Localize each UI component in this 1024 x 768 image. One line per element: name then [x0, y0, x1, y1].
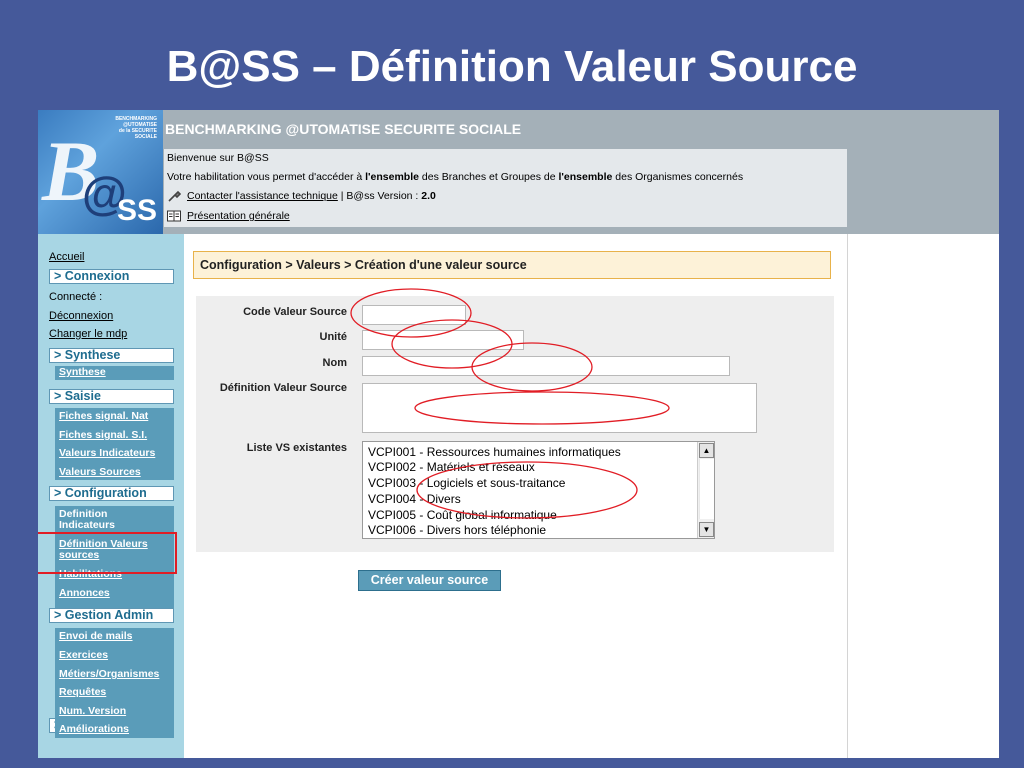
sidebar-item-ameliorations[interactable]: Améliorations	[59, 724, 129, 735]
app-header: BENCHMARKING @UTOMATISE de la SECURITE S…	[38, 110, 999, 234]
label-code: Code Valeur Source	[243, 306, 347, 318]
sidebar-item-valeurs-indicateurs[interactable]: Valeurs Indicateurs	[59, 448, 155, 459]
header-title: BENCHMARKING @UTOMATISE SECURITE SOCIALE	[165, 121, 522, 137]
slide-title: B@SS – Définition Valeur Source	[166, 42, 858, 91]
sidebar-item-num-version[interactable]: Num. Version	[59, 706, 126, 717]
definition-textarea[interactable]	[362, 383, 757, 433]
presentation-link[interactable]: Présentation générale	[187, 210, 290, 222]
list-item[interactable]: VCPI004 - Divers	[368, 492, 461, 507]
logo-letters-ss: SS	[117, 194, 158, 227]
sidebar-item-exercices[interactable]: Exercices	[59, 650, 108, 661]
sidebar-item-annonces[interactable]: Annonces	[59, 588, 110, 599]
sidebar-accueil[interactable]: Accueil	[49, 251, 84, 263]
app-window: BENCHMARKING @UTOMATISE de la SECURITE S…	[38, 110, 999, 758]
liste-vs-existantes[interactable]: VCPI001 - Ressources humaines informatiq…	[362, 441, 715, 539]
label-liste: Liste VS existantes	[246, 442, 347, 454]
saisie-menu: Fiches signal. Nat Fiches signal. S.I. V…	[55, 408, 174, 480]
label-unite: Unité	[319, 331, 348, 343]
sidebar-item-metiers[interactable]: Métiers/Organismes	[59, 669, 159, 680]
right-margin	[847, 234, 999, 758]
scroll-thumb[interactable]	[699, 459, 714, 519]
highlight-annotation-box	[38, 532, 177, 574]
contact-assistance-link[interactable]: Contacter l'assistance technique	[187, 190, 338, 202]
sidebar-item-valeurs-sources[interactable]: Valeurs Sources	[59, 467, 141, 478]
sidebar-head-saisie[interactable]: > Saisie	[49, 389, 174, 404]
info-box: Bienvenue sur B@SS Votre habilitation vo…	[164, 149, 847, 227]
list-scrollbar[interactable]: ▲ ▼	[697, 442, 714, 538]
sidebar-item-envoi-mails[interactable]: Envoi de mails	[59, 631, 133, 642]
list-item[interactable]: VCPI002 - Matériels et réseaux	[368, 460, 535, 475]
list-item[interactable]: VCPI005 - Coût global informatique	[368, 508, 557, 523]
wrench-icon	[167, 190, 182, 202]
label-definition: Définition Valeur Source	[219, 382, 347, 394]
sidebar-head-configuration[interactable]: > Configuration	[49, 486, 174, 501]
welcome-text: Bienvenue sur B@SS	[167, 152, 269, 164]
sidebar-item-requetes[interactable]: Requêtes	[59, 687, 106, 698]
logo-text: BENCHMARKING @UTOMATISE de la SECURITE S…	[115, 116, 157, 140]
code-valeur-source-input[interactable]	[362, 305, 466, 325]
list-item[interactable]: VCPI003 - Logiciels et sous-traitance	[368, 476, 565, 491]
list-item[interactable]: VCPI006 - Divers hors téléphonie	[368, 523, 546, 538]
sidebar-head-gestion-admin[interactable]: > Gestion Admin	[49, 608, 174, 623]
nom-input[interactable]	[362, 356, 730, 376]
sidebar-head-synthese[interactable]: > Synthese	[49, 348, 174, 363]
sidebar-item-fiches-nat[interactable]: Fiches signal. Nat	[59, 411, 148, 422]
unite-input[interactable]	[362, 330, 524, 350]
scroll-up-icon[interactable]: ▲	[699, 443, 714, 458]
sidebar-item-indicateurs[interactable]: Indicateurs	[59, 520, 115, 531]
create-value-source-form: Code Valeur Source Unité Nom Définition …	[196, 296, 834, 552]
scroll-down-icon[interactable]: ▼	[699, 522, 714, 537]
sidebar-deconnexion[interactable]: Déconnexion	[49, 310, 113, 322]
sidebar-head-connexion[interactable]: > Connexion	[49, 269, 174, 284]
sidebar-changer-mdp[interactable]: Changer le mdp	[49, 328, 127, 340]
sidebar-connecte: Connecté :	[49, 291, 103, 303]
presentation-line: Présentation générale	[167, 210, 290, 222]
bass-logo[interactable]: BENCHMARKING @UTOMATISE de la SECURITE S…	[38, 110, 163, 234]
breadcrumb: Configuration > Valeurs > Création d'une…	[193, 251, 831, 279]
list-item[interactable]: VCPI001 - Ressources humaines informatiq…	[368, 445, 621, 460]
sidebar-item-fiches-si[interactable]: Fiches signal. S.I.	[59, 430, 147, 441]
gestion-menu: Envoi de mails Exercices Métiers/Organis…	[55, 628, 174, 738]
create-value-source-button[interactable]: Créer valeur source	[358, 570, 501, 591]
label-nom: Nom	[322, 357, 347, 369]
sidebar-item-synthese[interactable]: Synthese	[59, 367, 106, 378]
habilitation-text: Votre habilitation vous permet d'accéder…	[167, 171, 744, 183]
synthese-menu: Synthese	[55, 366, 174, 380]
contact-line: Contacter l'assistance technique | B@ss …	[167, 190, 436, 202]
book-icon	[167, 210, 181, 222]
